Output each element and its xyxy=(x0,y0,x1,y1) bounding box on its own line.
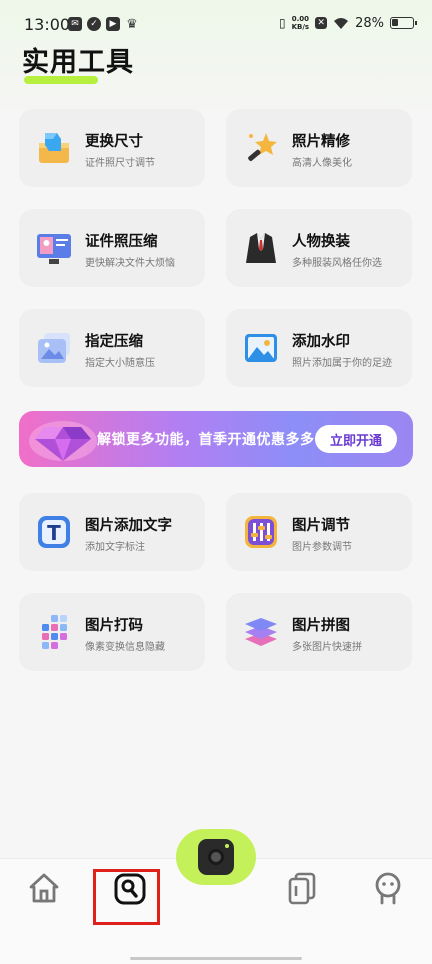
status-right: ▯ 0.00 KB/s ✕ 28% xyxy=(279,15,417,31)
banner-text: 解锁更多功能，首季开通优惠多多 xyxy=(97,432,315,448)
tool-card-id-compress[interactable]: 证件照压缩 更快解决文件大烦恼 xyxy=(19,209,205,287)
tool-title: 照片精修 xyxy=(292,134,350,150)
check-badge-icon: ✓ xyxy=(87,17,101,31)
tool-subtitle: 多种服装风格任你选 xyxy=(292,258,382,269)
magic-wand-icon xyxy=(248,133,277,161)
net-speed-unit: KB/s xyxy=(291,23,310,31)
tool-title: 更换尺寸 xyxy=(85,134,143,150)
tool-subtitle: 高清人像美化 xyxy=(292,158,352,169)
tool-title: 图片添加文字 xyxy=(85,518,172,534)
tool-title: 图片调节 xyxy=(292,518,350,534)
tool-card-watermark[interactable]: 添加水印 照片添加属于你的足迹 xyxy=(226,309,412,387)
tool-subtitle: 图片参数调节 xyxy=(292,542,352,553)
tool-card-collage[interactable]: 图片拼图 多张图片快速拼 xyxy=(226,593,412,671)
mail-icon: ✉ xyxy=(68,17,82,31)
camera-lens xyxy=(208,849,224,865)
camera-flash-dot xyxy=(225,844,229,848)
image-stack-icon xyxy=(38,333,70,363)
monitor-id-photo-icon xyxy=(37,234,71,264)
diamond-icon xyxy=(29,421,97,461)
tool-card-add-text[interactable]: T 图片添加文字 添加文字标注 xyxy=(19,493,205,571)
tool-title: 人物换装 xyxy=(292,234,350,250)
tool-subtitle: 指定大小随意压 xyxy=(85,358,155,369)
cube-ruler-icon xyxy=(39,133,69,163)
tool-card-adjust[interactable]: 图片调节 图片参数调节 xyxy=(226,493,412,571)
page-title: 实用工具 xyxy=(22,47,134,78)
tool-subtitle: 证件照尺寸调节 xyxy=(85,158,155,169)
layers-icon xyxy=(245,618,277,646)
tool-title: 图片打码 xyxy=(85,618,143,634)
battery-percent: 28% xyxy=(355,15,384,31)
activate-now-button[interactable]: 立即开通 xyxy=(315,425,397,453)
tool-subtitle: 多张图片快速拼 xyxy=(292,642,362,653)
landscape-image-icon xyxy=(245,334,277,362)
wifi-icon xyxy=(334,17,349,29)
vip-banner[interactable]: 解锁更多功能，首季开通优惠多多 立即开通 xyxy=(19,411,413,467)
home-indicator xyxy=(130,957,302,960)
album-icon[interactable] xyxy=(284,870,320,906)
tool-card-retouch[interactable]: 照片精修 高清人像美化 xyxy=(226,109,412,187)
vibrate-icon: ▯ xyxy=(279,16,286,30)
sim-off-icon: ✕ xyxy=(315,17,328,29)
suit-icon xyxy=(246,233,276,263)
battery-icon xyxy=(390,17,417,29)
tool-title: 添加水印 xyxy=(292,334,350,350)
tool-title: 证件照压缩 xyxy=(85,234,158,250)
tool-subtitle: 更快解决文件大烦恼 xyxy=(85,258,175,269)
tool-title: 图片拼图 xyxy=(292,618,350,634)
tool-subtitle: 添加文字标注 xyxy=(85,542,145,553)
tool-subtitle: 像素变换信息隐藏 xyxy=(85,642,165,653)
home-icon[interactable] xyxy=(26,870,62,906)
sliders-icon xyxy=(245,516,277,548)
net-speed: 0.00 KB/s xyxy=(292,15,309,31)
net-speed-value: 0.00 xyxy=(291,15,309,23)
notification-icons: ✉ ✓ ▶ ♛ xyxy=(68,16,139,32)
tool-card-custom-compress[interactable]: 指定压缩 指定大小随意压 xyxy=(19,309,205,387)
svg-text:T: T xyxy=(47,521,61,545)
tool-subtitle: 照片添加属于你的足迹 xyxy=(292,358,392,369)
selection-highlight xyxy=(93,869,160,925)
camera-icon xyxy=(198,839,234,875)
text-t-icon: T xyxy=(38,516,70,548)
crown-icon: ♛ xyxy=(126,16,138,32)
camera-button[interactable] xyxy=(176,829,256,885)
tool-card-resize[interactable]: 更换尺寸 证件照尺寸调节 xyxy=(19,109,205,187)
tool-title: 指定压缩 xyxy=(85,334,143,350)
play-app-icon: ▶ xyxy=(106,17,120,31)
profile-icon[interactable] xyxy=(370,870,406,906)
status-time: 13:00 xyxy=(24,15,71,34)
mosaic-icon xyxy=(42,615,67,649)
tool-card-outfit[interactable]: 人物换装 多种服装风格任你选 xyxy=(226,209,412,287)
tool-card-mosaic[interactable]: 图片打码 像素变换信息隐藏 xyxy=(19,593,205,671)
